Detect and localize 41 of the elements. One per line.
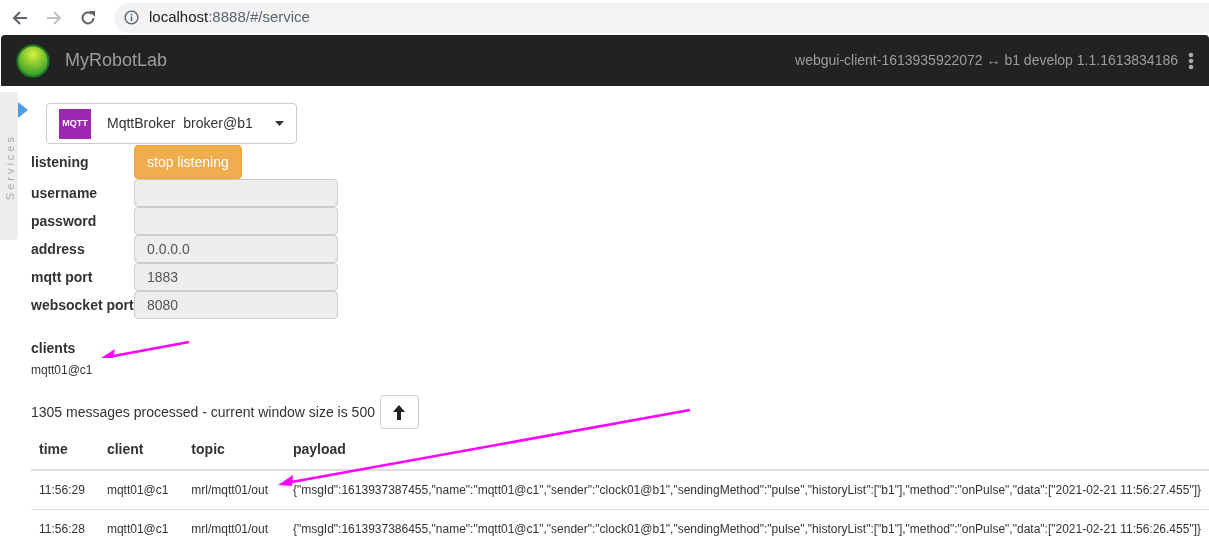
table-cell: mqtt01@c1 [98, 470, 184, 510]
table-cell: 11:56:29 [31, 470, 99, 510]
mqtt-logo: MQTT [59, 108, 91, 139]
table-cell: {"msgId":1613937386455,"name":"mqtt01@c1","sender":"clock01@b1","sendingMethod":"pulse","historyList":["b1"],"method":"onPulse","data":["2021-02-21 11:56:26.455"]} [284, 509, 1209, 547]
table-cell: {"msgId":1613937387455,"name":"mqtt01@c1","sender":"clock01@b1","sendingMethod":"pulse","historyList":["b1"],"method":"onPulse","data":["2021-02-21 11:56:27.455"]} [284, 470, 1209, 510]
table-cell: 11:56:28 [31, 509, 99, 547]
connection-info: webgui-client-1613935922072 ↔ b1 develop 1.1.1613834186 [795, 51, 1178, 70]
up-arrow-icon [393, 404, 406, 420]
service-dropdown[interactable]: MQTT MqttBroker broker@b1 [46, 103, 297, 144]
field-label: username [31, 183, 99, 203]
tab-label: Services [3, 134, 17, 201]
column-header: payload [284, 431, 1209, 470]
table-cell: mqtt01@c1 [98, 509, 184, 547]
reload-icon[interactable] [80, 9, 96, 26]
info-icon[interactable] [124, 10, 139, 25]
scroll-up-button[interactable] [379, 395, 419, 429]
url-text: localhost:8888/#/service [149, 7, 310, 28]
caret-icon [275, 121, 284, 126]
field-label: mqtt port [31, 267, 94, 287]
input-field[interactable]: 8080 [134, 291, 338, 319]
field-label: address [31, 239, 86, 259]
field-label: password [31, 211, 98, 231]
status-text: 1305 messages processed - current window size is 500 [31, 402, 375, 422]
field-label: listening [31, 152, 90, 172]
table-cell: mrl/mqtt01/out [183, 509, 285, 547]
kebab-menu-icon[interactable] [1188, 51, 1194, 70]
field-label: websocket port [31, 295, 134, 315]
status-light-icon [16, 43, 50, 78]
app-title[interactable]: MyRobotLab [65, 47, 168, 74]
back-icon[interactable] [12, 9, 28, 26]
service-name: MqttBroker broker@b1 [107, 114, 253, 133]
address-bar[interactable]: localhost:8888/#/service [114, 2, 1209, 33]
client-name: mqtt01@c1 [31, 362, 93, 379]
column-header: topic [183, 431, 285, 470]
input-field[interactable] [134, 179, 338, 207]
input-field[interactable] [134, 207, 338, 235]
clients-heading: clients [31, 339, 76, 358]
column-header: time [31, 431, 99, 470]
input-field[interactable]: 0.0.0.0 [134, 235, 338, 263]
column-header: client [98, 431, 184, 470]
input-field[interactable]: 1883 [134, 263, 338, 291]
